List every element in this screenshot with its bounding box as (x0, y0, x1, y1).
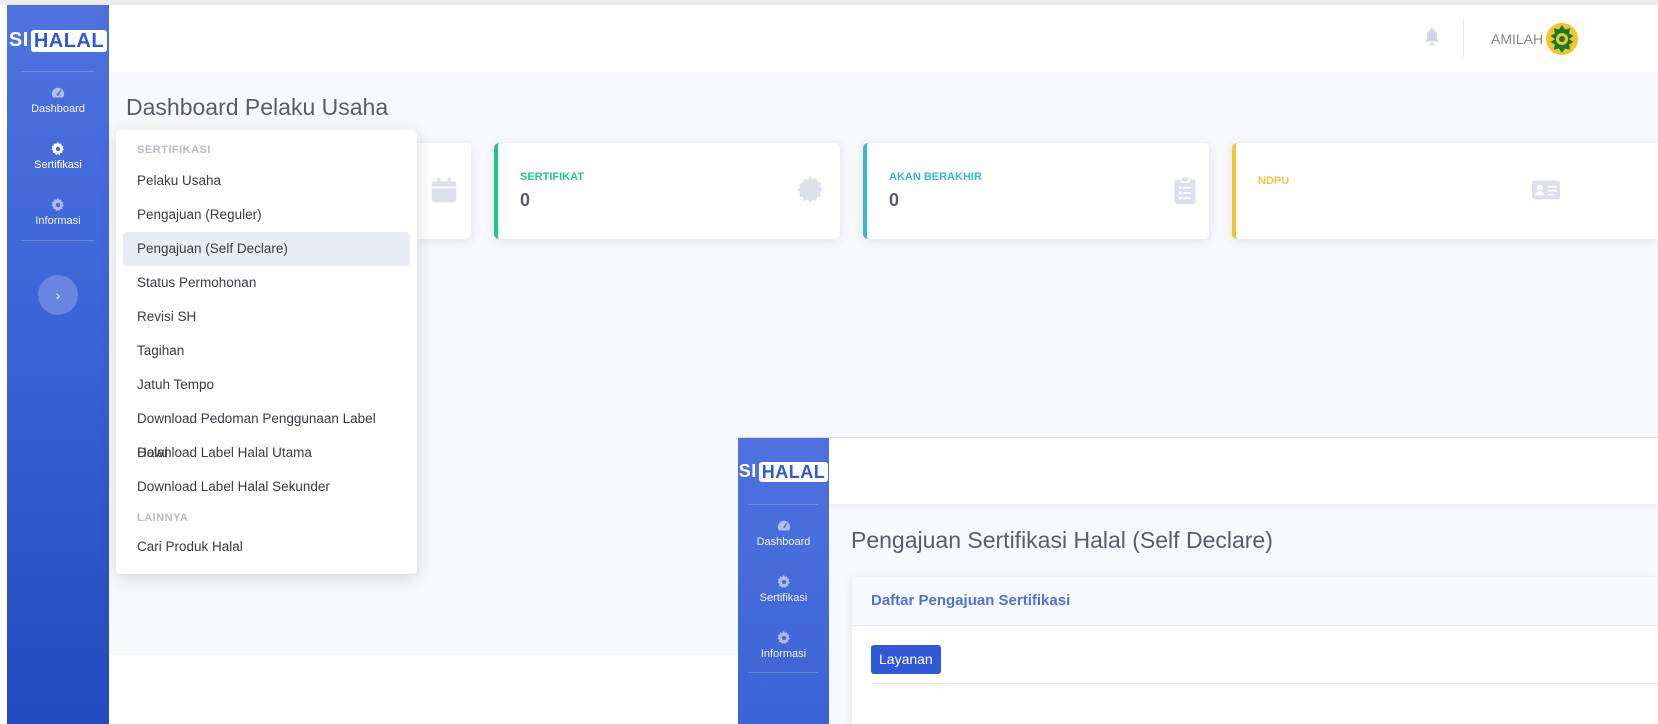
stat-card-ndpu[interactable]: NDPU (1232, 143, 1658, 239)
menu-item-status-permohonan[interactable]: Status Permohonan (123, 266, 410, 300)
sertifikasi-dropdown-menu: SERTIFIKASI Pelaku Usaha Pengajuan (Regu… (116, 130, 417, 574)
menu-item-download-label-utama[interactable]: Download Label Halal Utama (123, 436, 410, 470)
overlay-sidebar-item-sertifikasi[interactable]: Sertifikasi (738, 575, 829, 604)
overlay-page-title: Pengajuan Sertifikasi Halal (Self Declar… (851, 527, 1273, 553)
stat-card-sertifikat[interactable]: SERTIFIKAT 0 (494, 143, 840, 239)
clipboard-list-icon (1174, 176, 1196, 204)
overlay-topbar (829, 438, 1658, 504)
menu-item-pelaku-usaha[interactable]: Pelaku Usaha (123, 164, 410, 198)
avatar[interactable] (1545, 22, 1579, 56)
sidebar: SI HALAL Dashboard Sertifikasi Informasi… (7, 5, 109, 724)
overlay-screenshot: SI HALAL Dashboard Sertifikasi Informasi… (738, 437, 1658, 724)
brand-prefix: SI (8, 29, 29, 51)
overlay-card: Daftar Pengajuan Sertifikasi Layanan (852, 577, 1658, 724)
sidebar-item-label: Informasi (35, 215, 81, 227)
cog-icon (777, 575, 790, 589)
sidebar-toggle-button[interactable]: › (38, 275, 78, 315)
stat-card-label: SERTIFIKAT (520, 171, 584, 183)
topbar-divider (1463, 19, 1464, 57)
menu-item-download-label-sekunder[interactable]: Download Label Halal Sekunder (123, 470, 410, 504)
sidebar-item-label: Dashboard (31, 103, 85, 115)
sidebar-item-label: Informasi (760, 648, 807, 660)
sidebar-brand[interactable]: SI HALAL (7, 29, 109, 52)
menu-item-revisi-sh[interactable]: Revisi SH (123, 300, 410, 334)
sidebar-divider (21, 71, 95, 72)
dropdown-header-sertifikasi: SERTIFIKASI (137, 144, 211, 156)
brand-prefix: SI (738, 461, 757, 481)
sidebar-item-dashboard[interactable]: Dashboard (7, 86, 109, 115)
cog-icon (777, 631, 790, 645)
stat-card-label: AKAN BERAKHIR (889, 171, 982, 183)
brand-boxed-text: HALAL (30, 29, 108, 52)
bell-icon[interactable] (1423, 27, 1441, 47)
user-name[interactable]: AMILAH (1491, 31, 1543, 47)
stat-card-value: 0 (520, 190, 531, 210)
tachometer-icon (51, 87, 65, 98)
overlay-card-title: Daftar Pengajuan Sertifikasi (871, 592, 1071, 609)
menu-item-cari-produk-halal[interactable]: Cari Produk Halal (123, 530, 410, 564)
sidebar-item-label: Sertifikasi (34, 159, 82, 171)
calendar-icon (431, 177, 457, 203)
menu-item-download-pedoman[interactable]: Download Pedoman Penggunaan Label Halal (123, 402, 410, 460)
stat-card-akan-berakhir[interactable]: AKAN BERAKHIR 0 (863, 143, 1209, 239)
table-header-border (871, 683, 1658, 684)
brand-logo: SI HALAL (739, 461, 829, 482)
sidebar-item-label: Dashboard (756, 536, 811, 548)
sidebar-divider (21, 240, 95, 241)
chevron-right-icon: › (55, 287, 61, 303)
tachometer-icon (777, 520, 790, 531)
menu-item-pengajuan-reguler[interactable]: Pengajuan (Reguler) (123, 198, 410, 232)
id-card-icon (1532, 180, 1560, 200)
menu-item-jatuh-tempo[interactable]: Jatuh Tempo (123, 368, 410, 402)
topbar: AMILAH (109, 5, 1658, 72)
overlay-card-header: Daftar Pengajuan Sertifikasi (852, 577, 1658, 626)
sidebar-divider (748, 672, 818, 673)
overlay-sidebar-item-dashboard[interactable]: Dashboard (738, 519, 829, 548)
overlay-sidebar-item-informasi[interactable]: Informasi (738, 631, 829, 660)
menu-item-pengajuan-self-declare[interactable]: Pengajuan (Self Declare) (123, 232, 410, 266)
sidebar-item-label: Sertifikasi (759, 592, 808, 604)
cog-icon (51, 198, 64, 212)
page-title: Dashboard Pelaku Usaha (126, 94, 389, 120)
overlay-sidebar: SI HALAL Dashboard Sertifikasi Informasi (738, 438, 829, 724)
brand-logo[interactable]: SI HALAL (8, 29, 108, 52)
menu-item-tagihan[interactable]: Tagihan (123, 334, 410, 368)
app-root: SI HALAL Dashboard Sertifikasi Informasi… (0, 0, 1658, 724)
sidebar-divider (748, 504, 818, 505)
brand-boxed-text: HALAL (758, 461, 829, 482)
certificate-icon (797, 176, 823, 203)
stat-card-value: 0 (889, 190, 900, 210)
layanan-button[interactable]: Layanan (871, 645, 941, 674)
stat-card-label: NDPU (1258, 175, 1290, 187)
cog-icon (51, 142, 64, 156)
dropdown-header-lainnya: LAINNYA (137, 512, 189, 524)
overlay-brand[interactable]: SI HALAL (738, 461, 829, 482)
sidebar-item-sertifikasi[interactable]: Sertifikasi (7, 142, 109, 171)
sidebar-item-informasi[interactable]: Informasi (7, 198, 109, 227)
